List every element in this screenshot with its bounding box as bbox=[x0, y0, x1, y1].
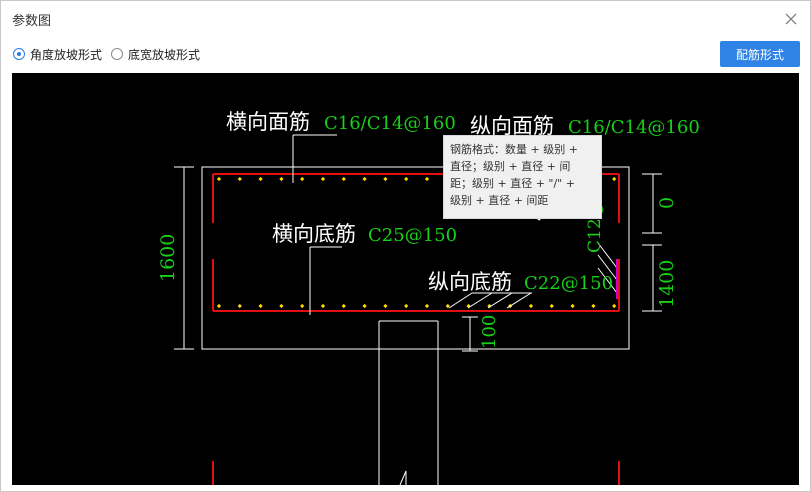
close-icon[interactable] bbox=[782, 10, 800, 28]
rebar-dot bbox=[279, 176, 284, 182]
radio-unselected-icon bbox=[111, 48, 123, 60]
title-bar: 参数图 bbox=[1, 1, 810, 37]
radio-width-mode[interactable]: 底宽放坡形式 bbox=[111, 45, 200, 63]
label-bottom-transverse: 横向底筋 bbox=[272, 222, 356, 246]
rebar-dot bbox=[258, 303, 263, 309]
drawing-svg: 横向面筋 C16/C14@160 纵向面筋 C16/C14@160 横向底筋 C… bbox=[157, 110, 700, 485]
tooltip-line: 钢筋格式：数量 + 级别 + bbox=[450, 143, 578, 156]
rebar-dot bbox=[528, 303, 534, 309]
format-tooltip: 钢筋格式：数量 + 级别 + 直径；级别 + 直径 + 间 距；级别 + 直径 … bbox=[443, 135, 602, 219]
rebar-dot bbox=[216, 303, 222, 309]
dim-bottom-text: 100 bbox=[479, 315, 500, 349]
label-bottom-longitudinal: 纵向底筋 bbox=[428, 270, 512, 294]
tooltip-line: 级别 + 直径 + 间距 bbox=[450, 194, 549, 207]
rebar-dot bbox=[320, 303, 326, 309]
param-dialog: 参数图 角度放坡形式 底宽放坡形式 配筋形式 横向面筋 C16/C14@160 … bbox=[0, 0, 811, 492]
value-bottom-transverse: C25@150 bbox=[368, 225, 457, 246]
tooltip-line: 直径；级别 + 直径 + 间 bbox=[450, 160, 571, 173]
rebar-dot bbox=[300, 176, 305, 182]
value-bottom-longitudinal: C22@150 bbox=[524, 273, 613, 294]
rebar-dot bbox=[591, 303, 596, 309]
rebar-dot bbox=[570, 303, 575, 309]
rebar-dot bbox=[341, 303, 346, 309]
radio-angle-mode-label: 角度放坡形式 bbox=[30, 47, 103, 62]
rebar-dot bbox=[362, 303, 367, 309]
rebar-dot bbox=[279, 303, 284, 309]
tooltip-line: 距；级别 + 直径 + "/" + bbox=[450, 177, 575, 190]
rebar-dot bbox=[258, 176, 263, 182]
config-rebar-button[interactable]: 配筋形式 bbox=[720, 41, 800, 67]
rebar-dot bbox=[612, 303, 617, 309]
rebar-dot bbox=[424, 303, 430, 309]
rebar-dot bbox=[362, 176, 367, 182]
dim-top-text: 0 bbox=[656, 197, 678, 209]
parameter-drawing: 横向面筋 C16/C14@160 纵向面筋 C16/C14@160 横向底筋 C… bbox=[12, 73, 799, 485]
value-top-transverse: C16/C14@160 bbox=[324, 113, 456, 134]
dialog-title: 参数图 bbox=[12, 14, 52, 29]
dim-height-text: 1600 bbox=[157, 234, 179, 282]
rebar-dot bbox=[320, 176, 326, 182]
rebar-dot bbox=[383, 176, 388, 182]
rebar-dot bbox=[549, 303, 554, 309]
rebar-dot bbox=[216, 176, 222, 182]
label-top-transverse: 横向面筋 bbox=[226, 110, 310, 134]
radio-selected-icon bbox=[13, 48, 25, 60]
break-mark bbox=[399, 470, 407, 485]
rebar-dot bbox=[404, 176, 409, 182]
rebar-dot bbox=[404, 303, 409, 309]
rebar-dot bbox=[383, 303, 388, 309]
rebar-dot bbox=[237, 303, 242, 309]
dim-side-text: 1400 bbox=[656, 260, 678, 308]
rebar-dot bbox=[300, 303, 305, 309]
leader-bottom-long-4 bbox=[506, 292, 532, 309]
rebar-dot bbox=[424, 176, 430, 182]
rebar-dot bbox=[237, 176, 242, 182]
rebar-dot bbox=[612, 176, 617, 182]
radio-width-mode-label: 底宽放坡形式 bbox=[128, 47, 201, 62]
option-bar: 角度放坡形式 底宽放坡形式 配筋形式 bbox=[1, 37, 810, 71]
bottom-rebar-dots bbox=[216, 303, 617, 309]
rebar-dot bbox=[341, 176, 346, 182]
radio-angle-mode[interactable]: 角度放坡形式 bbox=[13, 45, 102, 63]
